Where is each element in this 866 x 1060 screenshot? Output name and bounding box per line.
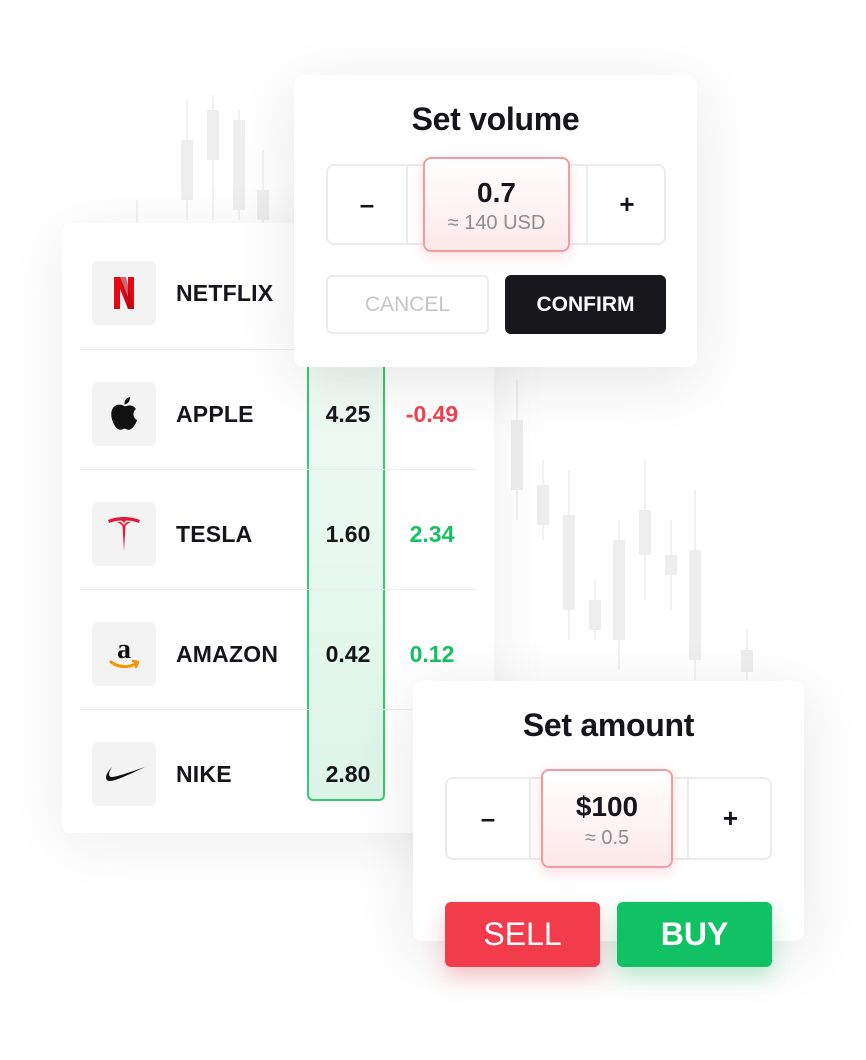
amount-value-field[interactable]: $100 ≈ 0.5: [541, 769, 673, 868]
stock-name: TESLA: [176, 521, 253, 547]
stock-name: AMAZON: [176, 641, 279, 667]
stock-value: 4.25: [325, 401, 371, 427]
amount-value: $100: [575, 791, 639, 822]
popup-title: Set amount: [522, 707, 695, 743]
decrement-button[interactable]: –: [447, 779, 529, 858]
amount-approx: ≈ 0.5: [584, 827, 630, 849]
increment-button[interactable]: +: [588, 166, 666, 243]
stock-value: 2.80: [325, 761, 371, 787]
volume-value: 0.7: [477, 177, 516, 208]
volume-approx: ≈ 140 USD: [447, 212, 546, 234]
tesla-logo-icon: [92, 502, 156, 566]
stock-row-tesla[interactable]: TESLA 1.60 2.34: [80, 469, 476, 589]
netflix-logo-icon: [92, 261, 156, 325]
volume-value-field[interactable]: 0.7 ≈ 140 USD: [423, 157, 570, 252]
popup-title: Set volume: [411, 101, 580, 137]
buy-button[interactable]: BUY: [617, 902, 772, 967]
stock-name: NETFLIX: [176, 280, 274, 306]
set-volume-popup: Set volume – + 0.7 ≈ 140 USD CANCEL CONF…: [294, 75, 697, 367]
sell-button[interactable]: SELL: [445, 902, 600, 967]
decrement-button[interactable]: –: [328, 166, 406, 243]
stock-value: 1.60: [325, 521, 371, 547]
stock-change: 2.34: [409, 521, 455, 547]
apple-logo-icon: [92, 382, 156, 446]
stock-change: -0.49: [405, 401, 459, 427]
cancel-button[interactable]: CANCEL: [326, 275, 489, 334]
nike-logo-icon: [92, 742, 156, 806]
amazon-logo-icon: a: [92, 622, 156, 686]
stock-name: NIKE: [176, 761, 232, 787]
confirm-button[interactable]: CONFIRM: [505, 275, 666, 334]
stock-row-apple[interactable]: APPLE 4.25 -0.49: [80, 349, 476, 469]
increment-button[interactable]: +: [689, 779, 772, 858]
stock-change: 0.12: [409, 641, 455, 667]
stock-name: APPLE: [176, 401, 254, 427]
svg-text:a: a: [117, 636, 131, 665]
stock-value: 0.42: [325, 641, 371, 667]
